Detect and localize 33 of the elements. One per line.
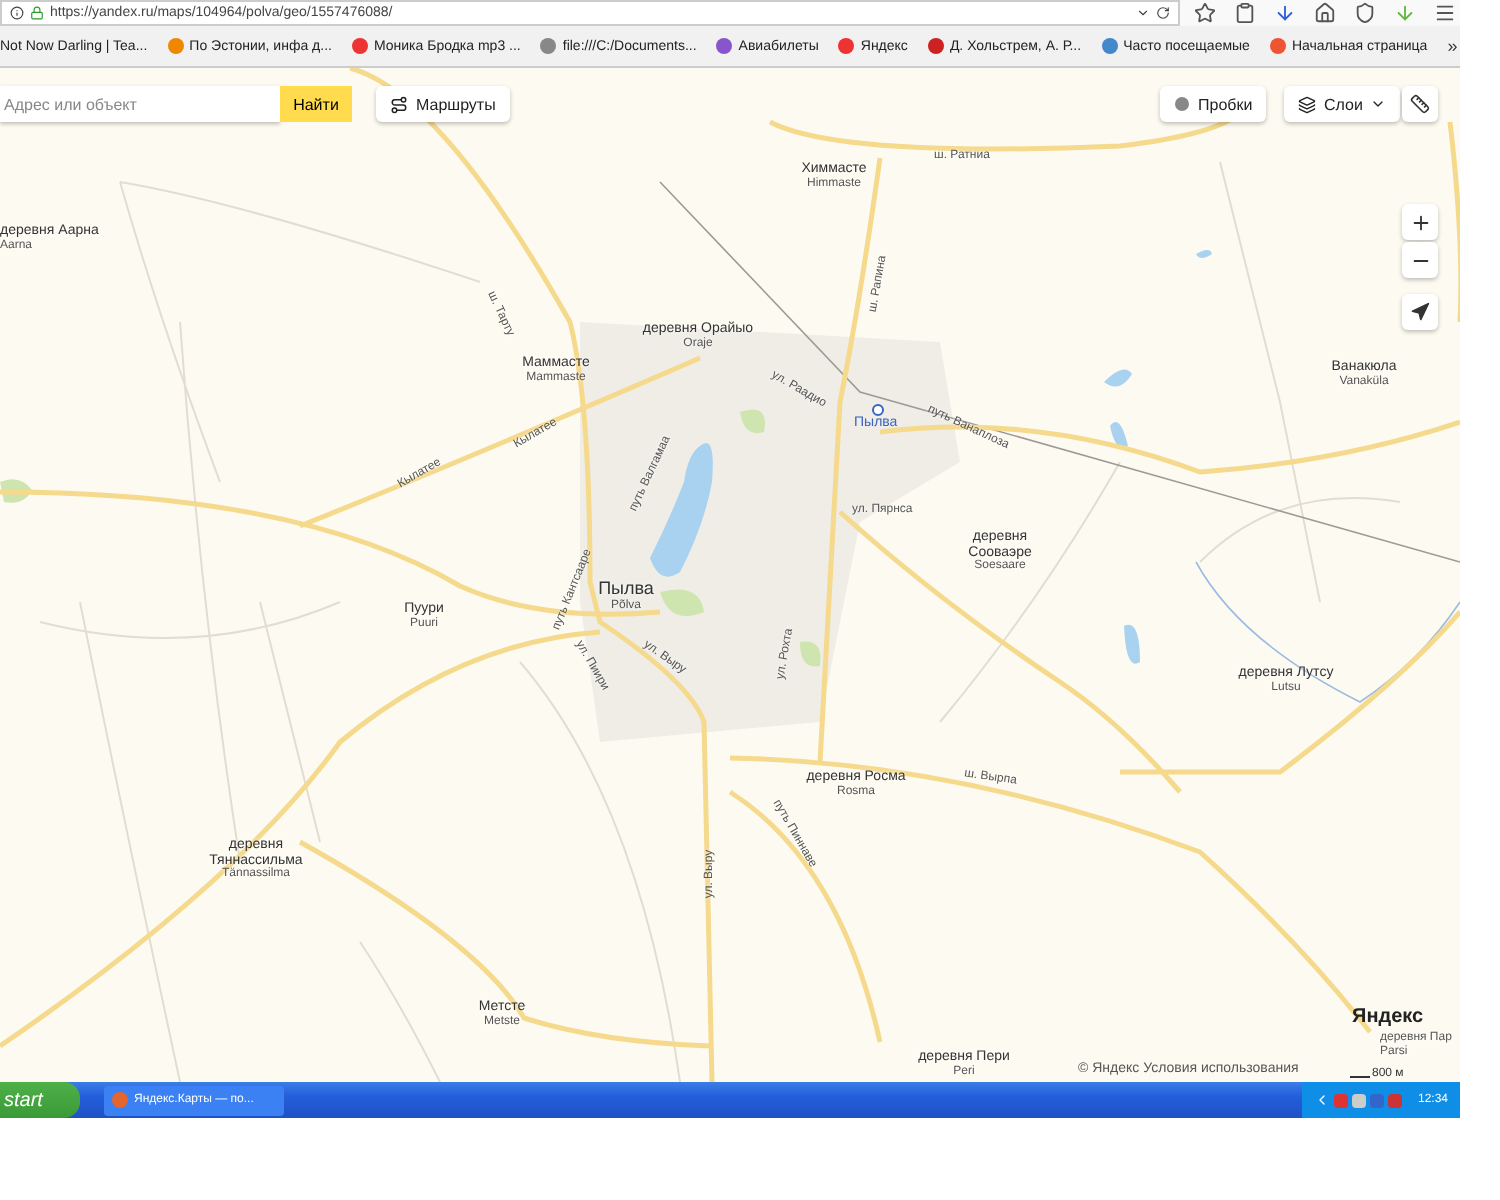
scale-bar <box>1350 1076 1370 1078</box>
locate-button[interactable] <box>1402 294 1438 330</box>
traffic-icon <box>1174 96 1190 112</box>
favicon-icon <box>1269 38 1286 54</box>
zoom-out-button[interactable] <box>1402 242 1438 278</box>
caret-icon <box>1370 96 1387 112</box>
route-icon <box>390 95 408 113</box>
plus-icon <box>1409 211 1431 233</box>
ruler-icon <box>1410 94 1430 114</box>
traffic-button[interactable]: Пробки <box>1160 86 1267 122</box>
search-field[interactable]: Адрес или объект <box>0 86 280 122</box>
favicon-icon <box>927 38 944 54</box>
info-icon <box>10 6 24 20</box>
dropdown-icon[interactable] <box>1136 6 1150 20</box>
zoom-in-button[interactable] <box>1402 204 1438 240</box>
ruler-button[interactable] <box>1402 86 1438 122</box>
place-name: Пылва <box>598 580 654 599</box>
search-button[interactable]: Найти <box>280 86 352 122</box>
favicon-icon <box>540 38 557 54</box>
lock-icon <box>30 6 44 20</box>
favicon-icon <box>716 38 733 54</box>
layers-button[interactable]: Слои <box>1284 86 1401 122</box>
favicon-icon <box>167 38 184 54</box>
routes-button[interactable]: Маршруты <box>376 86 510 122</box>
browser-icon <box>112 1092 128 1108</box>
favicon-icon <box>838 38 855 54</box>
favicon-icon <box>351 38 368 54</box>
locate-icon <box>1410 302 1430 322</box>
layers-icon <box>1298 95 1316 113</box>
more-bookmarks-button[interactable]: » <box>1447 36 1458 56</box>
map-logo: Яндекс <box>1352 1008 1424 1028</box>
reload-icon[interactable] <box>1156 6 1170 20</box>
favicon-icon <box>1101 38 1118 54</box>
